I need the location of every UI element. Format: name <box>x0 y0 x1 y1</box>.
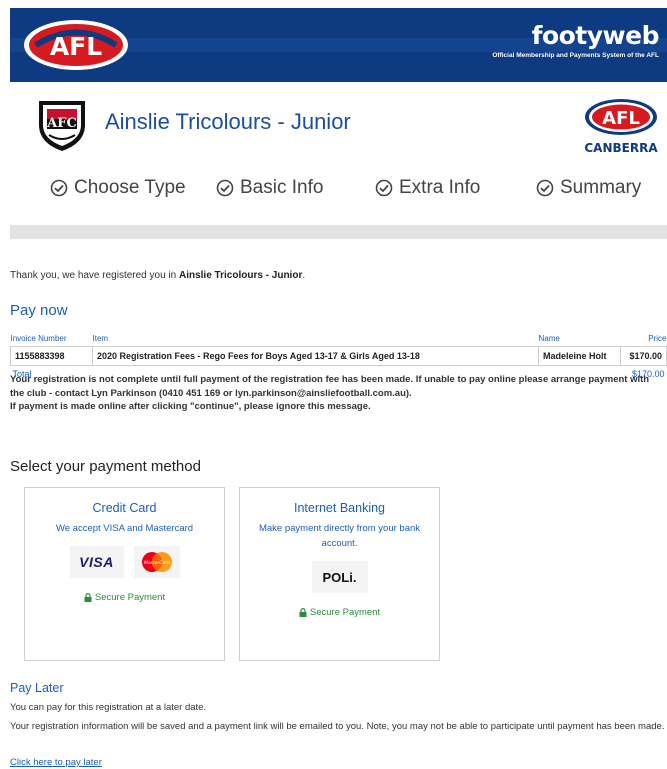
payment-notice: Your registration is not complete until … <box>10 374 650 412</box>
crest-text: AFC <box>46 116 77 131</box>
pay-later-heading: Pay Later <box>10 681 64 695</box>
check-circle-icon <box>536 179 554 197</box>
step-choose-type[interactable]: Choose Type <box>50 177 186 199</box>
step-basic-info[interactable]: Basic Info <box>216 177 323 199</box>
name-cell: Madeleine Holt <box>538 345 621 366</box>
step-extra-info[interactable]: Extra Info <box>375 177 480 199</box>
secure-payment-label: Secure Payment <box>25 592 224 603</box>
internet-banking-title: Internet Banking <box>293 501 386 515</box>
table-row: 1155883398 2020 Registration Fees - Rego… <box>10 345 667 366</box>
check-circle-icon <box>375 179 393 197</box>
column-header-price: Price <box>648 334 667 344</box>
pay-later-link[interactable]: Click here to pay later <box>10 757 102 768</box>
club-name: Ainslie Tricolours - Junior <box>105 109 351 134</box>
invoice-number-cell: 1155883398 <box>10 345 93 366</box>
brand-name: footyweb <box>531 21 660 50</box>
step-summary[interactable]: Summary <box>536 177 641 199</box>
header-banner: AFL footyweb Official Membership and Pay… <box>10 8 667 82</box>
step-label: Choose Type <box>74 177 186 198</box>
credit-card-desc: We accept VISA and Mastercard <box>55 523 194 534</box>
progress-steps: Choose Type Basic Info Extra Info Summar… <box>0 177 667 207</box>
brand-tagline: Official Membership and Payments System … <box>492 52 659 59</box>
check-circle-icon <box>216 179 234 197</box>
secure-payment-label: Secure Payment <box>240 607 439 618</box>
footyweb-brand[interactable]: footyweb Official Membership and Payment… <box>492 21 660 60</box>
club-crest-logo: AFC <box>39 101 85 151</box>
afl-canberra-logo: AFL CANBERRA <box>584 99 658 155</box>
column-header-item: Item <box>92 334 109 344</box>
svg-text:MasterCard: MasterCard <box>144 560 170 566</box>
svg-text:AFL: AFL <box>602 108 640 129</box>
internet-banking-option[interactable]: Internet Banking Make payment directly f… <box>239 487 440 661</box>
credit-card-title: Credit Card <box>92 501 157 515</box>
pay-later-info: Your registration information will be sa… <box>10 721 665 732</box>
internet-banking-desc: Make payment directly from your bank acc… <box>258 523 421 549</box>
price-cell: $170.00 <box>620 345 667 366</box>
step-label: Extra Info <box>399 177 481 198</box>
afl-logo[interactable]: AFL <box>22 18 130 72</box>
canberra-text: CANBERRA <box>584 141 658 155</box>
step-label: Summary <box>560 177 642 198</box>
lock-icon <box>299 608 307 617</box>
poli-logo: POLi. <box>311 561 368 593</box>
credit-card-option[interactable]: Credit Card We accept VISA and Mastercar… <box>24 487 225 661</box>
visa-logo: VISA <box>69 546 124 578</box>
mastercard-logo: MasterCard <box>133 546 180 578</box>
afl-logo-text: AFL <box>50 32 102 61</box>
check-circle-icon <box>50 179 68 197</box>
lock-icon <box>84 593 92 602</box>
column-header-invoice: Invoice Number <box>10 334 67 344</box>
item-cell: 2020 Registration Fees - Rego Fees for B… <box>92 345 539 366</box>
column-header-name: Name <box>538 334 560 344</box>
pay-later-text: You can pay for this registration at a l… <box>10 702 207 713</box>
thanks-message: Thank you, we have registered you in Ain… <box>10 270 306 281</box>
thanks-club-name: Ainslie Tricolours - Junior <box>178 270 303 281</box>
progress-bar <box>10 225 667 239</box>
payment-method-heading: Select your payment method <box>10 458 201 475</box>
step-label: Basic Info <box>240 177 324 198</box>
pay-now-heading: Pay now <box>10 302 68 319</box>
